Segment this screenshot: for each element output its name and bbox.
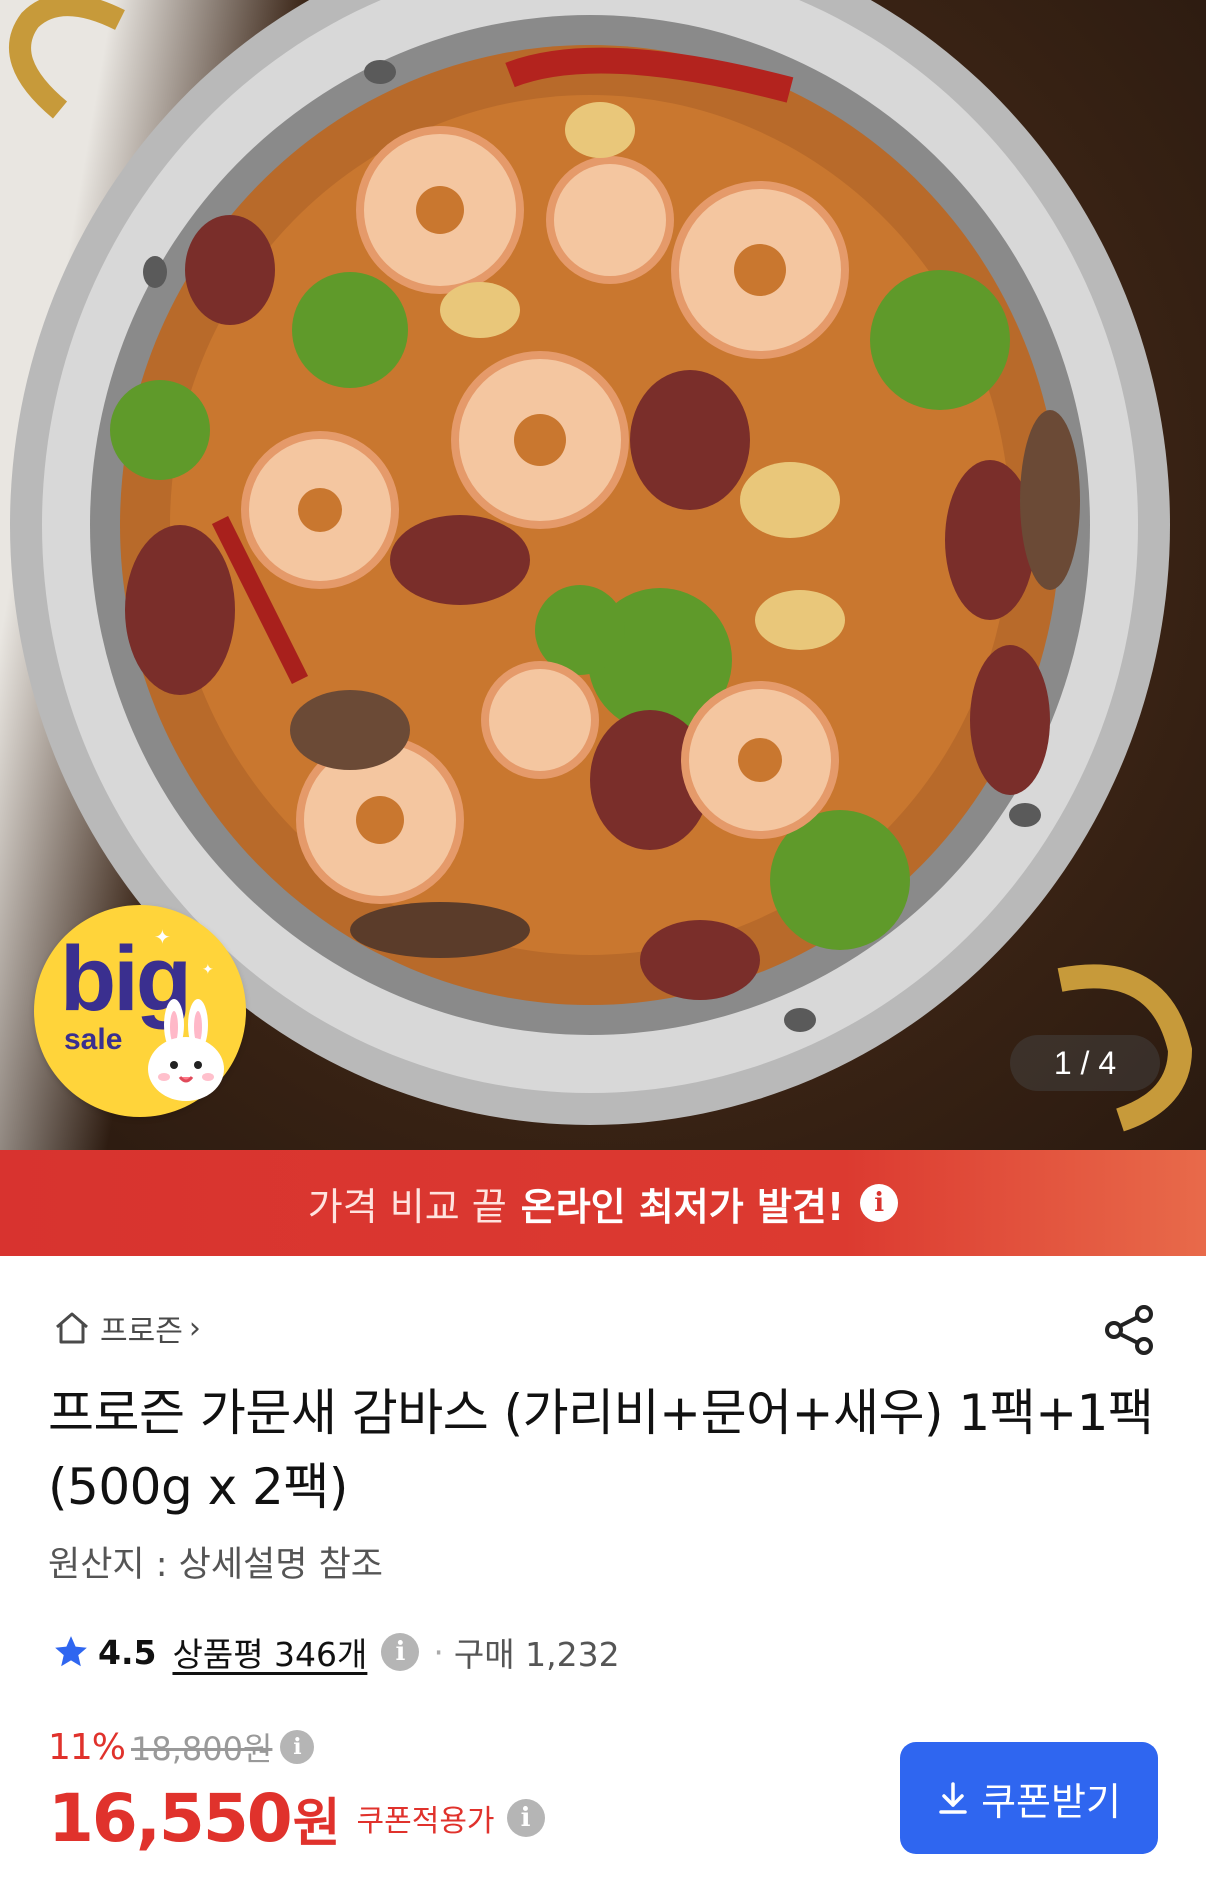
product-title: 프로즌 가문새 감바스 (가리비+문어+새우) 1팩+1팩 (500g x 2팩… — [48, 1384, 1154, 1516]
chevron-right-icon: › — [188, 1310, 201, 1346]
info-icon[interactable]: i — [860, 1184, 899, 1222]
info-icon[interactable]: i — [506, 1799, 545, 1837]
info-icon[interactable]: i — [280, 1730, 315, 1764]
product-image[interactable]: ✦ ✦ big sale 1 / 4 — [0, 0, 1206, 1150]
original-price: 18,800원 — [131, 1730, 273, 1768]
price-currency: 원 — [292, 1793, 341, 1854]
rating-row: 4.5 상품평 346개 i · 구매 1,232 — [52, 1628, 620, 1676]
home-icon[interactable] — [52, 1308, 92, 1348]
origin-info: 원산지 : 상세설명 참조 — [48, 1545, 383, 1585]
coupon-price-label: 쿠폰적용가 — [356, 1804, 495, 1839]
review-count-link[interactable]: 상품평 346개 — [172, 1628, 367, 1676]
download-icon — [939, 1782, 967, 1814]
badge-sale-text: sale — [64, 1023, 123, 1056]
big-sale-badge: ✦ ✦ big sale — [34, 905, 246, 1117]
rating-score: 4.5 — [98, 1632, 157, 1672]
lowest-price-banner[interactable]: 가격 비교 끝 온라인 최저가 발견! i — [0, 1150, 1206, 1256]
sparkle-icon: ✦ — [202, 962, 214, 978]
info-icon[interactable]: i — [381, 1633, 420, 1671]
image-pager: 1 / 4 — [1010, 1035, 1160, 1091]
coupon-button-label: 쿠폰받기 — [981, 1781, 1121, 1824]
get-coupon-button[interactable]: 쿠폰받기 — [900, 1742, 1158, 1854]
breadcrumb[interactable]: 프로즌 › — [52, 1306, 201, 1350]
rabbit-mascot-icon — [148, 999, 224, 1101]
banner-bold-text: 온라인 최저가 발견! — [520, 1184, 845, 1229]
discount-percent: 11% — [48, 1726, 126, 1768]
purchase-count: 구매 1,232 — [453, 1635, 620, 1674]
pan-handle-left — [9, 0, 125, 119]
separator-dot: · — [433, 1632, 444, 1672]
star-icon — [55, 1636, 87, 1667]
price-row: 16,550 원 쿠폰적용가 i — [48, 1778, 545, 1858]
share-icon[interactable] — [1102, 1302, 1158, 1358]
banner-light-text: 가격 비교 끝 — [307, 1184, 507, 1229]
sale-price: 16,550 — [48, 1779, 293, 1857]
breadcrumb-category[interactable]: 프로즌 — [100, 1306, 183, 1350]
discount-row: 11% 18,800원 i — [48, 1722, 315, 1772]
